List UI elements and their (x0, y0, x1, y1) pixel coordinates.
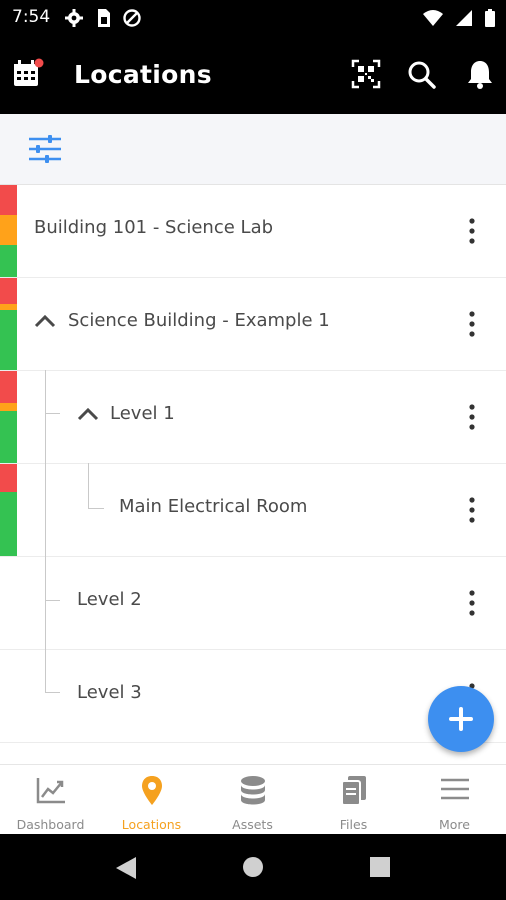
more-options-icon[interactable] (462, 401, 482, 435)
page-title: Locations (74, 60, 212, 89)
status-indicator (0, 464, 17, 556)
battery-icon (485, 9, 495, 27)
qr-code-icon (351, 59, 381, 89)
nav-locations[interactable]: Locations (101, 765, 202, 835)
location-name: Level 2 (77, 589, 142, 610)
system-navigation-bar (0, 834, 506, 900)
location-row[interactable]: Science Building - Example 1 (0, 278, 506, 371)
status-bar: 7:54 (0, 0, 506, 36)
add-location-button[interactable] (428, 686, 494, 752)
qr-scan-button[interactable] (351, 59, 381, 94)
more-options-icon[interactable] (462, 308, 482, 342)
map-pin-icon (141, 776, 162, 805)
nav-more[interactable]: More (404, 765, 505, 835)
calendar-button[interactable] (12, 58, 44, 95)
location-name: Building 101 - Science Lab (34, 217, 274, 238)
recents-icon[interactable] (369, 856, 391, 878)
status-right-icons (422, 8, 496, 28)
nav-label: Assets (232, 817, 273, 832)
database-icon (240, 776, 265, 805)
tree-line (45, 413, 60, 414)
top-app-bar: Locations (0, 36, 506, 114)
filter-sliders-icon (29, 135, 61, 163)
more-options-icon[interactable] (462, 494, 482, 528)
location-row[interactable]: Building 101 - Science Lab (0, 185, 506, 278)
tree-line (88, 508, 104, 509)
menu-icon (440, 778, 469, 800)
nav-label: Dashboard (16, 817, 85, 832)
more-options-icon[interactable] (462, 215, 482, 249)
search-button[interactable] (407, 60, 437, 95)
filter-bar (0, 114, 506, 185)
notifications-button[interactable] (466, 59, 494, 94)
collapse-chevron-icon[interactable] (77, 406, 99, 422)
nav-files[interactable]: Files (303, 765, 404, 835)
status-indicator (0, 278, 17, 370)
status-time: 7:54 (12, 7, 51, 27)
wifi-icon (423, 10, 443, 26)
nav-assets[interactable]: Assets (202, 765, 303, 835)
tree-line (45, 370, 46, 692)
location-name: Main Electrical Room (119, 496, 308, 517)
calendar-icon (14, 58, 44, 86)
search-icon (408, 61, 436, 89)
bottom-navigation: Dashboard Locations Assets Files More (0, 764, 506, 835)
chart-trend-icon (36, 778, 65, 804)
location-name: Science Building - Example 1 (68, 310, 330, 331)
sim-card-icon (98, 9, 110, 27)
nav-label: Files (339, 817, 368, 832)
more-options-icon[interactable] (462, 587, 482, 621)
signal-icon (456, 10, 472, 26)
back-icon[interactable] (114, 855, 138, 881)
location-row[interactable]: Level 1 (0, 371, 506, 464)
home-icon[interactable] (242, 856, 264, 878)
location-name: Level 3 (77, 682, 142, 703)
location-row[interactable]: Level 2 (0, 557, 506, 650)
nav-label: Locations (121, 817, 182, 832)
collapse-chevron-icon[interactable] (34, 313, 56, 329)
nav-label: More (439, 817, 470, 832)
status-indicator (0, 185, 17, 277)
files-icon (340, 776, 366, 806)
location-name: Level 1 (110, 403, 175, 424)
plus-icon (449, 707, 473, 731)
tree-line (88, 463, 89, 508)
bell-icon (468, 61, 492, 89)
tree-line (45, 600, 60, 601)
status-indicator (0, 371, 17, 463)
location-row[interactable]: Main Electrical Room (0, 464, 506, 557)
tree-line (45, 692, 60, 693)
settings-icon (65, 9, 83, 27)
filter-button[interactable] (28, 134, 62, 169)
nav-dashboard[interactable]: Dashboard (0, 765, 101, 835)
status-left-icons (64, 8, 142, 28)
data-saver-icon (123, 9, 141, 27)
